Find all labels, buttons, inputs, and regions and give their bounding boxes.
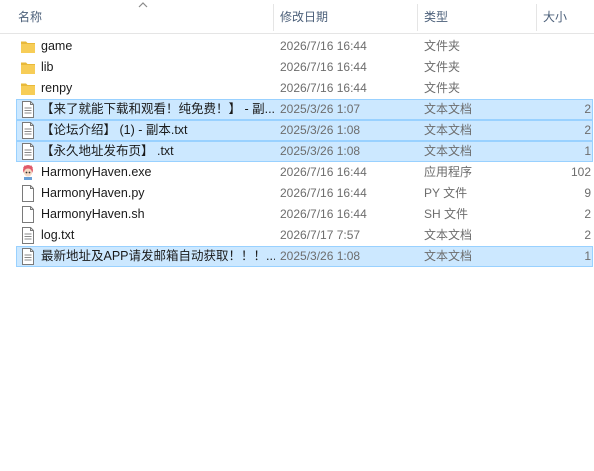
file-type: 应用程序 <box>424 165 473 179</box>
file-type: 文本文档 <box>424 123 473 137</box>
file-size: 9 <box>584 186 591 200</box>
file-date: 2025/3/26 1:08 <box>280 123 361 137</box>
file-type: PY 文件 <box>424 186 468 200</box>
file-size: 1 <box>584 249 591 263</box>
file-date: 2026/7/16 16:44 <box>280 165 367 179</box>
file-name: 【来了就能下载和观看！纯免费！】 - 副... <box>41 102 275 116</box>
file-size <box>527 79 591 98</box>
file-name: 最新地址及APP请发邮箱自动获取！！！... <box>41 249 275 263</box>
file-date: 2026/7/17 7:57 <box>280 228 361 242</box>
file-name: game <box>41 39 73 53</box>
file-size <box>527 58 591 77</box>
file-size: 2 <box>584 123 591 137</box>
file-row[interactable]: 【论坛介绍】 (1) - 副本.txt 2025/3/26 1:08 文本文档 2 <box>16 120 593 141</box>
file-date: 2026/7/16 16:44 <box>280 186 367 200</box>
file-row[interactable]: HarmonyHaven.exe 2026/7/16 16:44 应用程序 102 <box>16 162 593 183</box>
file-type: 文件夹 <box>424 60 461 74</box>
file-name: HarmonyHaven.py <box>41 186 145 200</box>
column-header-size[interactable]: 大小 <box>537 0 594 34</box>
file-row[interactable]: HarmonyHaven.sh 2026/7/16 16:44 SH 文件 2 <box>16 204 593 225</box>
file-type: 文件夹 <box>424 39 461 53</box>
file-date: 2026/7/16 16:44 <box>280 81 367 95</box>
file-type: 文本文档 <box>424 228 473 242</box>
file-name-cell[interactable]: log.txt <box>20 226 275 245</box>
file-date: 2025/3/26 1:08 <box>280 144 361 158</box>
file-name-cell[interactable]: 【论坛介绍】 (1) - 副本.txt <box>20 121 275 140</box>
folder-icon <box>20 38 36 55</box>
file-row[interactable]: renpy 2026/7/16 16:44 文件夹 <box>16 78 593 99</box>
file-name-cell[interactable]: HarmonyHaven.sh <box>20 205 275 224</box>
file-row[interactable]: lib 2026/7/16 16:44 文件夹 <box>16 57 593 78</box>
file-date: 2026/7/16 16:44 <box>280 39 367 53</box>
column-header-bar: 名称 修改日期 类型 大小 <box>0 0 594 34</box>
file-date: 2026/7/16 16:44 <box>280 60 367 74</box>
text-document-icon <box>20 227 36 244</box>
file-type: 文本文档 <box>424 249 473 263</box>
text-document-icon <box>20 248 36 265</box>
file-type: 文件夹 <box>424 81 461 95</box>
file-name: 【永久地址发布页】 .txt <box>41 144 174 158</box>
file-row[interactable]: 【来了就能下载和观看！纯免费！】 - 副... 2025/3/26 1:07 文本文… <box>16 99 593 120</box>
text-document-icon <box>20 101 36 118</box>
file-name-cell[interactable]: 最新地址及APP请发邮箱自动获取！！！... <box>20 247 275 266</box>
blank-file-icon <box>20 206 36 223</box>
file-name-cell[interactable]: 【来了就能下载和观看！纯免费！】 - 副... <box>20 100 275 119</box>
file-name-cell[interactable]: HarmonyHaven.exe <box>20 163 275 182</box>
file-date: 2025/3/26 1:07 <box>280 102 361 116</box>
file-size: 2 <box>584 102 591 116</box>
file-row[interactable]: log.txt 2026/7/17 7:57 文本文档 2 <box>16 225 593 246</box>
blank-file-icon <box>20 185 36 202</box>
file-date: 2025/3/26 1:08 <box>280 249 361 263</box>
file-date: 2026/7/16 16:44 <box>280 207 367 221</box>
file-explorer: 名称 修改日期 类型 大小 game 2026/7/16 16:44 文件夹 lib 2… <box>0 0 594 471</box>
column-header-name[interactable]: 名称 <box>12 0 267 34</box>
file-name-cell[interactable]: renpy <box>20 79 275 98</box>
file-size: 2 <box>584 207 591 221</box>
text-document-icon <box>20 143 36 160</box>
file-type: 文本文档 <box>424 144 473 158</box>
column-header-date[interactable]: 修改日期 <box>274 0 414 34</box>
file-row[interactable]: game 2026/7/16 16:44 文件夹 <box>16 36 593 57</box>
file-name-cell[interactable]: 【永久地址发布页】 .txt <box>20 142 275 161</box>
file-size: 1 <box>584 144 591 158</box>
file-type: SH 文件 <box>424 207 469 221</box>
file-type: 文本文档 <box>424 102 473 116</box>
file-name: lib <box>41 60 54 74</box>
file-name-cell[interactable]: lib <box>20 58 275 77</box>
file-name: HarmonyHaven.sh <box>41 207 145 221</box>
column-header-type[interactable]: 类型 <box>418 0 536 34</box>
file-size: 2 <box>584 228 591 242</box>
file-name: HarmonyHaven.exe <box>41 165 152 179</box>
file-name-cell[interactable]: game <box>20 37 275 56</box>
file-size <box>527 37 591 56</box>
file-size: 102 <box>570 165 591 179</box>
file-row[interactable]: 最新地址及APP请发邮箱自动获取！！！... 2025/3/26 1:08 文本文档… <box>16 246 593 267</box>
folder-icon <box>20 80 36 97</box>
folder-icon <box>20 59 36 76</box>
file-name: 【论坛介绍】 (1) - 副本.txt <box>41 123 188 137</box>
file-name-cell[interactable]: HarmonyHaven.py <box>20 184 275 203</box>
file-name: renpy <box>41 81 73 95</box>
application-icon <box>20 164 36 181</box>
file-name: log.txt <box>41 228 75 242</box>
file-row[interactable]: 【永久地址发布页】 .txt 2025/3/26 1:08 文本文档 1 <box>16 141 593 162</box>
file-row[interactable]: HarmonyHaven.py 2026/7/16 16:44 PY 文件 9 <box>16 183 593 204</box>
text-document-icon <box>20 122 36 139</box>
